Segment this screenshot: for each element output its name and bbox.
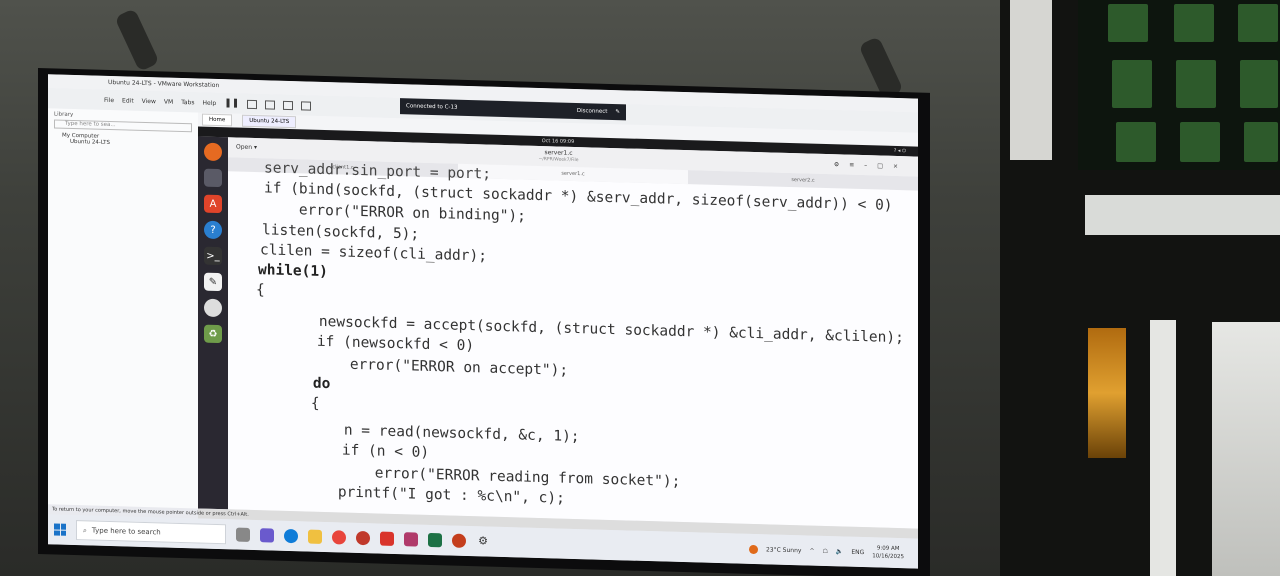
taskbar-search-input[interactable]: ⌕ Type here to search — [76, 520, 226, 545]
menu-file[interactable]: File — [104, 96, 114, 103]
code-line: { — [276, 394, 320, 412]
pause-icon[interactable]: ❚❚ — [224, 98, 239, 108]
screen: Ubuntu 24-LTS - VMware Workstation File … — [48, 74, 918, 569]
network-icon[interactable]: ☖ — [822, 547, 827, 554]
disc-icon[interactable] — [204, 298, 222, 318]
view-icon[interactable] — [283, 100, 294, 110]
open-button-label: Open — [236, 143, 253, 151]
ubuntu-guest: Oct 16 09:09 ? ◂ ⏻ A ? >_ ✎ ♻ Open ▾ ser… — [198, 126, 918, 529]
ubuntu-dock: A ? >_ ✎ ♻ — [198, 136, 228, 510]
code-line: clilen = sizeof(cli_addr); — [260, 242, 487, 265]
disconnect-button[interactable]: Disconnect — [577, 108, 608, 115]
monitor: Ubuntu 24-LTS - VMware Workstation File … — [38, 68, 930, 576]
maximize-icon[interactable]: □ — [877, 162, 883, 169]
menu-view[interactable]: View — [142, 97, 156, 104]
code-line: while(1) — [258, 262, 328, 281]
app-center-icon[interactable]: A — [204, 194, 222, 214]
files-icon[interactable] — [204, 168, 222, 188]
pin-icon[interactable]: ✎ — [615, 109, 620, 115]
edge-icon[interactable] — [284, 528, 298, 544]
file-explorer-icon[interactable] — [308, 529, 322, 544]
taskbar-date: 10/16/2025 — [872, 553, 904, 561]
send-keys-icon[interactable] — [247, 99, 258, 109]
green-window-grid — [1078, 0, 1280, 170]
windows-start-icon[interactable] — [54, 523, 66, 536]
code-line: if (newsockfd < 0) — [282, 332, 475, 355]
code-line: { — [256, 282, 265, 299]
ubuntu-clock[interactable]: Oct 16 09:09 — [542, 138, 575, 145]
taskbar-clock[interactable]: 9:09 AM 10/16/2025 — [872, 544, 904, 561]
code-line: listen(sockfd, 5); — [262, 222, 420, 243]
settings-icon[interactable]: ⚙ — [834, 161, 839, 168]
fullscreen-icon[interactable] — [301, 100, 312, 111]
system-tray-icons[interactable]: ? ◂ ⏻ — [894, 146, 906, 156]
acrobat-icon[interactable] — [380, 531, 394, 546]
chrome-icon[interactable] — [332, 530, 346, 545]
taskbar-search-placeholder: Type here to search — [91, 526, 161, 537]
tray-chevron-icon[interactable]: ^ — [809, 547, 814, 554]
text-editor-icon[interactable]: ✎ — [204, 272, 222, 292]
vmware-taskbar-icon[interactable] — [404, 532, 418, 547]
search-icon: ⌕ — [83, 525, 87, 534]
bright-window — [1212, 322, 1280, 576]
vmware-library: Library Type here to sea... My Computer … — [48, 108, 198, 509]
language-indicator[interactable]: ENG — [851, 548, 864, 555]
excel-icon[interactable] — [428, 532, 442, 548]
trash-icon[interactable]: ♻ — [204, 324, 222, 344]
white-pillar — [1010, 0, 1052, 160]
minimize-icon[interactable]: – — [864, 162, 867, 169]
white-shelf — [1085, 195, 1280, 235]
menu-edit[interactable]: Edit — [122, 97, 134, 104]
connection-label: Connected to C-13 — [406, 103, 458, 111]
code-line: if (n < 0) — [272, 440, 430, 461]
menu-vm[interactable]: VM — [164, 98, 173, 105]
file-title: server1.c ~/RPR/Week7/File — [539, 149, 579, 164]
white-pole — [1150, 320, 1176, 576]
library-search-input[interactable]: Type here to sea... — [54, 119, 192, 133]
open-button[interactable]: Open ▾ — [236, 144, 257, 152]
weather-icon[interactable] — [748, 544, 758, 554]
powerpoint-icon[interactable] — [452, 533, 466, 548]
code-line: do — [278, 374, 331, 393]
weather-text[interactable]: 23°C Sunny — [766, 546, 802, 554]
volume-icon[interactable]: 🔈 — [836, 548, 843, 555]
copilot-icon[interactable] — [260, 528, 274, 543]
terminal-icon[interactable]: >_ — [204, 246, 222, 266]
help-icon[interactable]: ? — [204, 220, 222, 240]
tab-ubuntu[interactable]: Ubuntu 24-LTS — [242, 114, 297, 129]
chrome-profile-icon[interactable] — [356, 530, 370, 546]
menu-help[interactable]: Help — [203, 99, 217, 106]
close-icon[interactable]: × — [893, 163, 898, 170]
file-path: ~/RPR/Week7/File — [538, 156, 579, 164]
header-controls: ⚙ ≡ – □ × — [834, 161, 898, 170]
firefox-icon[interactable] — [204, 142, 222, 162]
orange-light — [1088, 328, 1126, 458]
menu-tabs[interactable]: Tabs — [181, 99, 194, 106]
settings-gear-icon[interactable]: ⚙ — [476, 534, 490, 548]
task-view-icon[interactable] — [236, 527, 250, 542]
code-line: printf("I got : %c\n", c); — [268, 482, 565, 507]
code-line: error("ERROR on binding"); — [264, 201, 526, 225]
snapshot-icon[interactable] — [265, 99, 276, 110]
menu-icon[interactable]: ≡ — [849, 162, 854, 169]
tab-home[interactable]: Home — [202, 113, 233, 127]
code-editor[interactable]: serv_addr.sin_port = port; if (bind(sock… — [250, 160, 918, 529]
taskbar-tray: 23°C Sunny ^ ☖ 🔈 ENG 9:09 AM 10/16/2025 — [748, 541, 918, 562]
